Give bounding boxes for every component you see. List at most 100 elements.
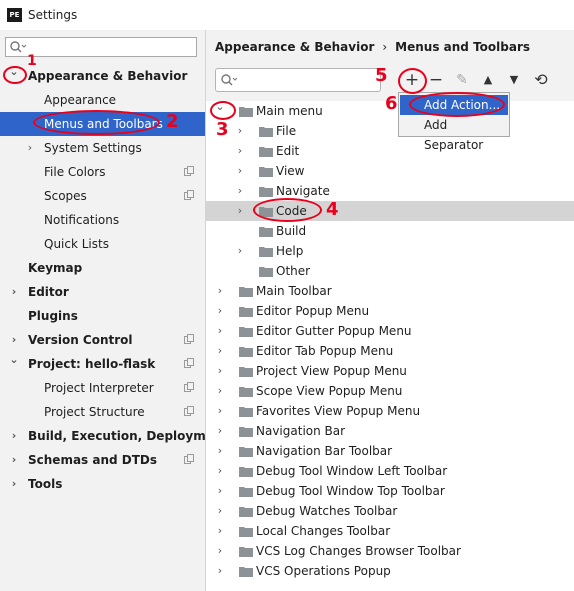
tree-node-debug-tool-window-top-toolbar[interactable]: › Debug Tool Window Top Toolbar [206,481,574,501]
tree-node-edit[interactable]: › Edit [206,141,574,161]
tree-node-navigation-bar[interactable]: › Navigation Bar [206,421,574,441]
annotation-ring-6 [409,92,505,117]
sidebar-item-tools[interactable]: › Tools [0,472,205,496]
chevron-right-icon[interactable]: › [214,421,226,441]
tree-node-label: Favorites View Popup Menu [256,404,421,418]
chevron-right-icon[interactable]: › [8,472,20,496]
sidebar-item-system-settings[interactable]: › System Settings [0,136,205,160]
restore-defaults-button[interactable]: ⟲ [531,70,551,90]
remove-button[interactable]: − [426,70,446,90]
sidebar-item-label: File Colors [44,165,106,179]
add-separator-menu-item[interactable]: Add Separator [400,115,508,152]
sidebar-item-project-interpreter[interactable]: Project Interpreter [0,376,205,400]
folder-icon [239,287,253,297]
tree-node-label: Editor Tab Popup Menu [256,344,394,358]
tree-node-vcs-log-changes-browser-toolbar[interactable]: › VCS Log Changes Browser Toolbar [206,541,574,561]
folder-icon [239,567,253,577]
sidebar-item-version-control[interactable]: › Version Control [0,328,205,352]
tree-node-navigate[interactable]: › Navigate [206,181,574,201]
edit-icon-button[interactable]: ✎ [452,70,472,90]
project-settings-copy-icon [184,190,194,200]
title-bar: PE Settings [0,0,574,30]
tree-node-label: Navigation Bar [256,424,346,438]
move-up-button[interactable]: ▲ [478,70,498,90]
chevron-down-icon[interactable]: ⌄ [8,348,20,372]
tree-node-project-view-popup-menu[interactable]: › Project View Popup Menu [206,361,574,381]
chevron-right-icon[interactable]: › [214,321,226,341]
tree-node-editor-popup-menu[interactable]: › Editor Popup Menu [206,301,574,321]
chevron-right-icon[interactable]: › [234,201,246,221]
tree-node-help[interactable]: › Help [206,241,574,261]
tree-node-local-changes-toolbar[interactable]: › Local Changes Toolbar [206,521,574,541]
chevron-right-icon[interactable]: › [24,136,36,160]
sidebar-item-file-colors[interactable]: File Colors [0,160,205,184]
chevron-right-icon[interactable]: › [214,361,226,381]
sidebar-item-label: Appearance [44,93,117,107]
sidebar-item-build-execution-deployment[interactable]: › Build, Execution, Deployment [0,424,228,448]
sidebar-item-label: Project Interpreter [44,381,154,395]
annotation-ring-4 [253,198,322,222]
sidebar-item-project-structure[interactable]: Project Structure [0,400,205,424]
chevron-right-icon[interactable]: › [214,341,226,361]
breadcrumb-parent[interactable]: Appearance & Behavior [215,40,374,54]
folder-icon [239,107,253,117]
tree-node-debug-tool-window-left-toolbar[interactable]: › Debug Tool Window Left Toolbar [206,461,574,481]
chevron-right-icon[interactable]: › [8,448,20,472]
tree-node-scope-view-popup-menu[interactable]: › Scope View Popup Menu [206,381,574,401]
chevron-right-icon[interactable]: › [214,301,226,321]
chevron-right-icon[interactable]: › [234,161,246,181]
annotation-ring-5 [398,68,427,94]
tree-node-navigation-bar-toolbar[interactable]: › Navigation Bar Toolbar [206,441,574,461]
sidebar-item-editor[interactable]: › Editor [0,280,205,304]
chevron-right-icon[interactable]: › [214,381,226,401]
sidebar-item-quick-lists[interactable]: Quick Lists [0,232,205,256]
tree-node-editor-tab-popup-menu[interactable]: › Editor Tab Popup Menu [206,341,574,361]
sidebar-item-project-hello-flask[interactable]: ⌄ Project: hello-flask [0,352,205,376]
tree-node-build[interactable]: Build [206,221,574,241]
sidebar-item-keymap[interactable]: Keymap [0,256,205,280]
folder-icon [239,367,253,377]
tree-node-editor-gutter-popup-menu[interactable]: › Editor Gutter Popup Menu [206,321,574,341]
chevron-right-icon[interactable]: › [234,121,246,141]
sidebar-item-scopes[interactable]: Scopes [0,184,205,208]
chevron-right-icon[interactable]: › [234,181,246,201]
tree-node-debug-watches-toolbar[interactable]: › Debug Watches Toolbar [206,501,574,521]
chevron-right-icon[interactable]: › [234,241,246,261]
chevron-right-icon[interactable]: › [214,281,226,301]
sidebar-item-label: Tools [28,477,63,491]
chevron-right-icon[interactable]: › [214,461,226,481]
sidebar-item-schemas-and-dtds[interactable]: › Schemas and DTDs [0,448,205,472]
tree-node-label: Project View Popup Menu [256,364,407,378]
tree-node-label: VCS Operations Popup [256,564,391,578]
chevron-right-icon[interactable]: › [214,501,226,521]
tree-node-other[interactable]: Other [206,261,574,281]
chevron-right-icon[interactable]: › [214,441,226,461]
project-settings-copy-icon [184,166,194,176]
tree-node-vcs-operations-popup[interactable]: › VCS Operations Popup [206,561,574,581]
chevron-right-icon[interactable]: › [8,280,20,304]
chevron-right-icon[interactable]: › [214,401,226,421]
folder-icon [259,127,273,137]
chevron-right-icon[interactable]: › [214,541,226,561]
annotation-ring-3 [210,101,236,120]
folder-icon [239,387,253,397]
chevron-right-icon[interactable]: › [214,561,226,581]
chevron-right-icon[interactable]: › [214,481,226,501]
tree-node-favorites-view-popup-menu[interactable]: › Favorites View Popup Menu [206,401,574,421]
chevron-right-icon[interactable]: › [8,424,20,448]
pycharm-app-icon: PE [7,8,22,22]
sidebar-item-label: Keymap [28,261,83,275]
move-down-button[interactable]: ▼ [504,70,524,90]
actions-filter-input[interactable] [215,68,381,92]
sidebar-item-appearance[interactable]: Appearance [0,88,205,112]
chevron-right-icon[interactable]: › [214,521,226,541]
chevron-right-icon[interactable]: › [234,141,246,161]
sidebar-item-notifications[interactable]: Notifications [0,208,205,232]
sidebar-item-plugins[interactable]: Plugins [0,304,205,328]
project-settings-copy-icon [184,334,194,344]
tree-node-main-toolbar[interactable]: › Main Toolbar [206,281,574,301]
tree-node-file[interactable]: › File [206,121,574,141]
project-settings-copy-icon [184,406,194,416]
tree-node-label: File [276,124,297,138]
tree-node-view[interactable]: › View [206,161,574,181]
